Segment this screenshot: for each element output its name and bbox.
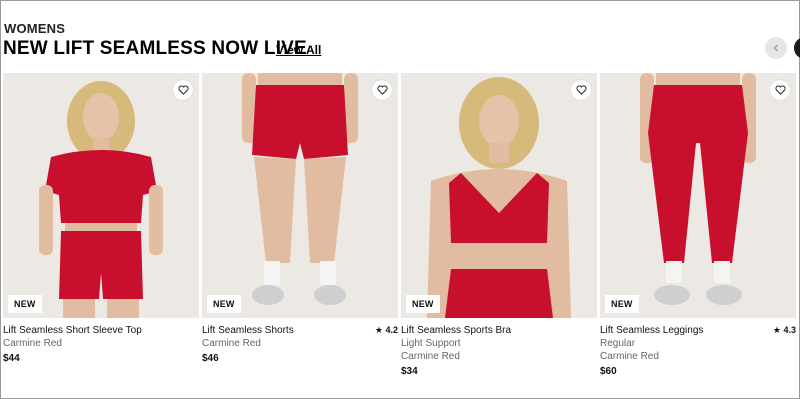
section-title: NEW LIFT SEAMLESS NOW LIVE: [3, 38, 307, 59]
product-card[interactable]: NEW Lift Seamless Leggings Regular Carmi…: [600, 73, 796, 378]
view-all-link[interactable]: View All: [276, 43, 321, 57]
product-variant: Carmine Red: [202, 338, 261, 349]
product-price: $44: [3, 353, 20, 364]
chevron-left-icon: [773, 44, 778, 52]
wishlist-button[interactable]: [770, 80, 790, 100]
product-image[interactable]: NEW: [3, 73, 199, 318]
new-badge: NEW: [207, 295, 241, 313]
product-name[interactable]: Lift Seamless Leggings: [600, 324, 796, 337]
heart-icon: [376, 85, 388, 95]
wishlist-button[interactable]: [173, 80, 193, 100]
product-variant: Carmine Red: [600, 351, 659, 362]
new-badge: NEW: [406, 295, 440, 313]
product-price: $60: [600, 366, 617, 377]
heart-icon: [774, 85, 786, 95]
product-price: $46: [202, 353, 219, 364]
section-kicker: WOMENS: [4, 21, 66, 36]
product-fit: Regular: [600, 338, 636, 349]
product-name[interactable]: Lift Seamless Short Sleeve Top: [3, 324, 199, 337]
carousel-prev-button[interactable]: [765, 37, 787, 59]
product-info: Lift Seamless Short Sleeve Top Carmine R…: [3, 318, 199, 365]
product-variant: Carmine Red: [401, 351, 460, 362]
product-card[interactable]: NEW Lift Seamless Short Sleeve Top Carmi…: [3, 73, 199, 365]
product-rating: ★ 4.3: [772, 325, 796, 335]
product-image[interactable]: NEW: [600, 73, 796, 318]
product-info: Lift Seamless Sports Bra Light Support C…: [401, 318, 597, 378]
product-info: Lift Seamless Leggings Regular Carmine R…: [600, 318, 796, 378]
product-card[interactable]: NEW Lift Seamless Shorts Carmine Red $46…: [202, 73, 398, 365]
wishlist-button[interactable]: [372, 80, 392, 100]
product-info: Lift Seamless Shorts Carmine Red $46 ★ 4…: [202, 318, 398, 365]
product-card[interactable]: NEW Lift Seamless Sports Bra Light Suppo…: [401, 73, 597, 378]
product-price: $34: [401, 366, 418, 377]
wishlist-button[interactable]: [571, 80, 591, 100]
product-name[interactable]: Lift Seamless Sports Bra: [401, 324, 597, 337]
new-badge: NEW: [8, 295, 42, 313]
heart-icon: [177, 85, 189, 95]
product-variant: Carmine Red: [3, 338, 62, 349]
heart-icon: [575, 85, 587, 95]
product-image[interactable]: NEW: [202, 73, 398, 318]
product-rating: ★ 4.2: [374, 325, 398, 335]
product-image[interactable]: NEW: [401, 73, 597, 318]
product-name[interactable]: Lift Seamless Shorts: [202, 324, 398, 337]
new-badge: NEW: [605, 295, 639, 313]
product-support-level: Light Support: [401, 338, 461, 349]
